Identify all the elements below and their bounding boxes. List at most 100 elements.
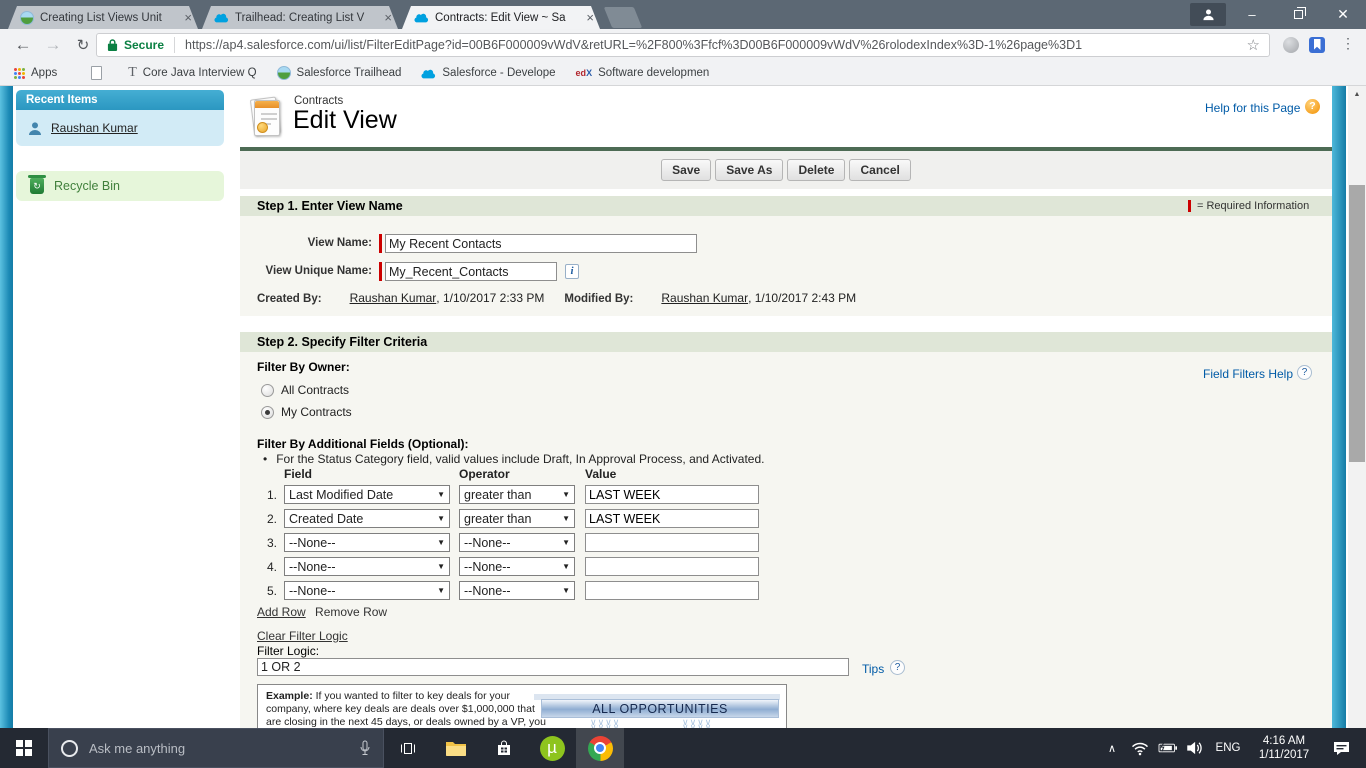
chrome-button[interactable] (576, 728, 624, 768)
help-for-this-page-link[interactable]: Help for this Page (1205, 101, 1300, 115)
operator-select[interactable]: --None-- ▼ (459, 581, 575, 600)
task-view-button[interactable] (384, 728, 432, 768)
owner-radio[interactable] (261, 405, 274, 419)
step1-header: Step 1. Enter View Name = Required Infor… (240, 196, 1332, 216)
extension-bookmark-icon[interactable] (1309, 37, 1325, 53)
file-explorer-button[interactable] (432, 728, 480, 768)
view-name-input[interactable] (385, 234, 697, 253)
url-text[interactable]: https://ap4.salesforce.com/ui/list/Filte… (185, 38, 1238, 52)
bookmark-software-development[interactable]: edX Software developmen (576, 67, 710, 79)
tab-contracts-edit-view[interactable]: Contracts: Edit View ~ Sa × (402, 6, 600, 29)
field-filters-help-link[interactable]: Field Filters Help (1203, 367, 1293, 381)
modified-by-label: Modified By: (564, 293, 634, 305)
owner-radio[interactable] (261, 383, 274, 397)
status-category-note: • For the Status Category field, valid v… (263, 452, 764, 466)
tab-title: Trailhead: Creating List V (235, 11, 365, 24)
tips-link[interactable]: Tips (862, 662, 884, 676)
browser-menu-icon[interactable]: ⋮ (1341, 35, 1355, 52)
back-button[interactable]: ← (8, 29, 38, 61)
hidden-icons-chevron[interactable]: ∧ (1098, 728, 1126, 768)
value-input[interactable] (585, 533, 759, 552)
save-as-button[interactable]: Save As (715, 159, 784, 181)
value-input[interactable] (585, 581, 759, 600)
page-icon (91, 66, 103, 80)
tab-close-icon[interactable]: × (586, 11, 594, 24)
bookmark-core-java[interactable]: T Core Java Interview Q (122, 65, 256, 81)
info-icon[interactable]: i (565, 264, 579, 279)
reload-button[interactable]: ↻ (68, 29, 98, 61)
operator-select[interactable]: --None-- ▼ (459, 557, 575, 576)
restore-button[interactable] (1276, 0, 1320, 29)
recent-item-link[interactable]: Raushan Kumar (51, 121, 138, 135)
help-question-icon[interactable]: ? (1305, 99, 1320, 114)
owner-option-all-contracts[interactable]: All Contracts (261, 383, 349, 397)
filter-table-header: Field Operator Value (262, 467, 759, 481)
recycle-bin-item[interactable]: ↻ Recycle Bin (16, 171, 224, 201)
filter-logic-input[interactable] (257, 658, 849, 676)
bookmark-blank-page[interactable] (77, 66, 103, 80)
clear-filter-logic-link[interactable]: Clear Filter Logic (257, 629, 348, 643)
apps-grid-icon (14, 67, 25, 79)
owner-option-my-contracts[interactable]: My Contracts (261, 405, 352, 419)
row-number: 5. (266, 583, 277, 598)
bookmark-star-icon[interactable]: ☆ (1247, 36, 1260, 54)
minimize-button[interactable]: – (1230, 0, 1274, 29)
select-value: --None-- (289, 559, 336, 574)
apps-shortcut[interactable]: Apps (0, 67, 57, 79)
value-input[interactable] (585, 485, 759, 504)
new-tab-button[interactable] (603, 7, 643, 28)
profile-button[interactable] (1190, 3, 1226, 26)
close-button[interactable]: ✕ (1320, 0, 1366, 29)
operator-select[interactable]: greater than ▼ (459, 485, 575, 504)
operator-select[interactable]: --None-- ▼ (459, 533, 575, 552)
field-select[interactable]: --None-- ▼ (284, 581, 450, 600)
tab-trailhead[interactable]: Trailhead: Creating List V × (202, 6, 398, 29)
field-filters-help-question-icon[interactable]: ? (1297, 365, 1312, 380)
microphone-icon[interactable] (359, 740, 371, 757)
person-icon (1202, 9, 1214, 21)
delete-button[interactable]: Delete (787, 159, 846, 181)
forward-button[interactable]: → (38, 29, 68, 61)
field-select[interactable]: Last Modified Date ▼ (284, 485, 450, 504)
recent-item-raushan-kumar[interactable]: Raushan Kumar (16, 110, 224, 146)
battery-button[interactable] (1154, 728, 1182, 768)
step1-title: Step 1. Enter View Name (257, 199, 403, 213)
language-indicator[interactable]: ENG (1210, 742, 1246, 754)
modified-by-user-link[interactable]: Raushan Kumar (661, 291, 748, 305)
extension-globe-icon[interactable] (1283, 37, 1299, 53)
tips-question-icon[interactable]: ? (890, 660, 905, 675)
row-number: 3. (266, 535, 277, 550)
address-bar[interactable]: Secure https://ap4.salesforce.com/ui/lis… (96, 33, 1270, 57)
date: 1/11/2017 (1258, 749, 1310, 761)
value-input[interactable] (585, 557, 759, 576)
action-center-button[interactable] (1322, 728, 1360, 768)
tab-close-icon[interactable]: × (384, 11, 392, 24)
windows-store-button[interactable] (480, 728, 528, 768)
bookmark-salesforce-trailhead[interactable]: Salesforce Trailhead (276, 66, 401, 80)
created-by-date: , 1/10/2017 2:33 PM (436, 291, 545, 305)
remove-row-link[interactable]: Remove Row (315, 605, 387, 619)
note-text: For the Status Category field, valid val… (276, 452, 765, 466)
save-button[interactable]: Save (661, 159, 712, 181)
add-row-link[interactable]: Add Row (257, 605, 306, 619)
operator-select[interactable]: greater than ▼ (459, 509, 575, 528)
select-value: --None-- (289, 583, 336, 598)
value-input[interactable] (585, 509, 759, 528)
taskbar-clock[interactable]: 4:16 AM 1/11/2017 (1254, 734, 1314, 762)
start-button[interactable] (0, 728, 48, 768)
view-unique-name-input[interactable] (385, 262, 557, 281)
field-select[interactable]: --None-- ▼ (284, 533, 450, 552)
tab-close-icon[interactable]: × (184, 11, 192, 24)
cortana-search-box[interactable]: Ask me anything (48, 728, 384, 768)
field-select[interactable]: --None-- ▼ (284, 557, 450, 576)
scrollbar-up-arrow[interactable]: ▲ (1348, 86, 1366, 102)
cancel-button[interactable]: Cancel (849, 159, 911, 181)
scrollbar-thumb[interactable] (1349, 185, 1365, 462)
tab-creating-list-views[interactable]: Creating List Views Unit × (8, 6, 198, 29)
utorrent-button[interactable]: µ (528, 728, 576, 768)
wifi-button[interactable] (1126, 728, 1154, 768)
field-select[interactable]: Created Date ▼ (284, 509, 450, 528)
volume-button[interactable] (1182, 728, 1210, 768)
bookmark-salesforce-developer[interactable]: Salesforce - Develope (421, 67, 556, 79)
created-by-user-link[interactable]: Raushan Kumar (350, 291, 437, 305)
